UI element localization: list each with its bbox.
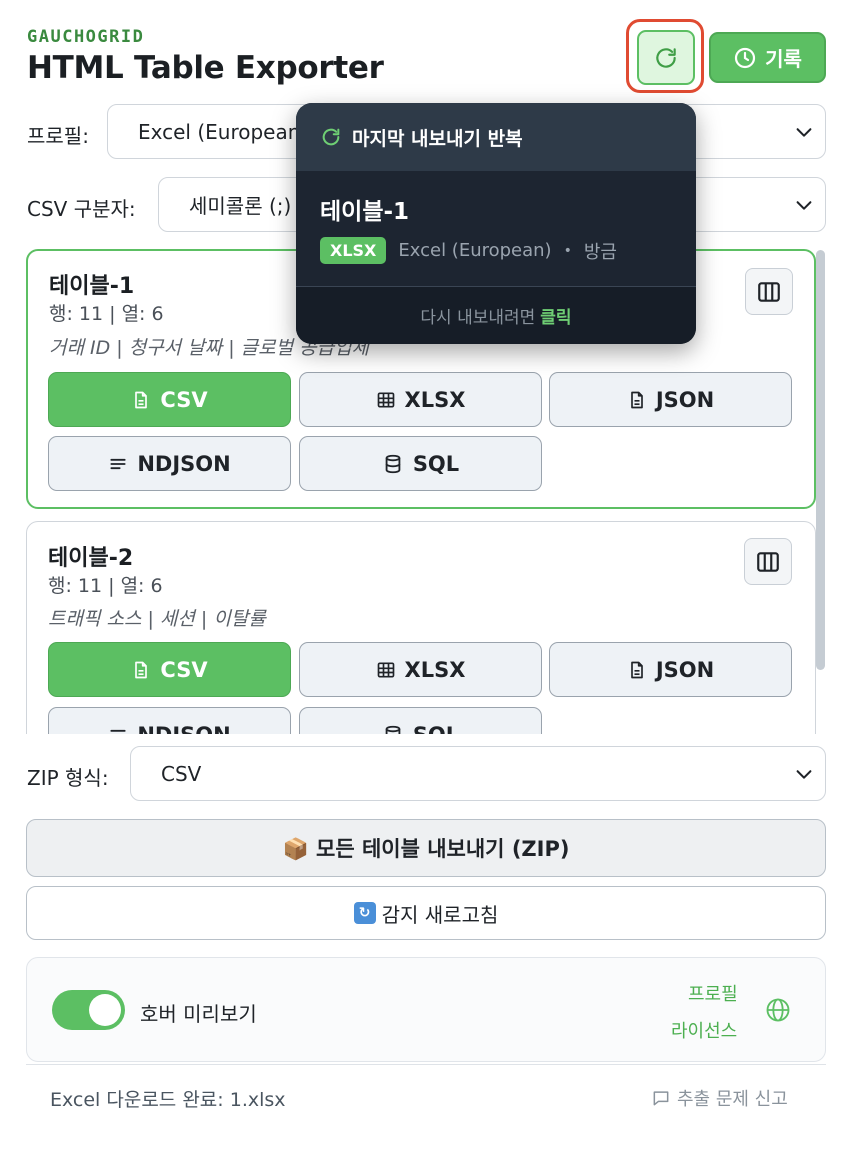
database-icon	[385, 725, 401, 734]
separator-dot: •	[563, 242, 572, 259]
export-csv-button[interactable]: CSV	[48, 372, 291, 427]
lines-icon	[110, 458, 126, 469]
tooltip-profile: Excel (European)	[398, 240, 552, 261]
comment-icon	[653, 1091, 669, 1106]
export-ndjson-button[interactable]: NDJSON	[48, 436, 291, 491]
profile-link[interactable]: 프로필	[688, 980, 738, 1006]
file-icon	[630, 661, 643, 678]
zip-format-value: CSV	[161, 761, 202, 786]
export-sql-button[interactable]: SQL	[299, 707, 542, 734]
export-sql-button[interactable]: SQL	[299, 436, 542, 491]
export-all-zip-button[interactable]: 📦 모든 테이블 내보내기 (ZIP)	[26, 819, 826, 877]
tooltip-hint-action: 클릭	[540, 308, 572, 328]
chevron-down-icon	[796, 201, 812, 210]
report-issue-link[interactable]: 추출 문제 신고	[651, 1085, 788, 1111]
columns-toggle-button[interactable]	[744, 538, 792, 585]
hover-preview-label: 호버 미리보기	[140, 1002, 257, 1026]
lines-icon	[110, 729, 126, 734]
columns-icon	[757, 551, 779, 572]
refresh-detection-button[interactable]: ↻ 감지 새로고침	[26, 886, 826, 940]
file-icon	[135, 391, 148, 408]
chevron-down-icon	[796, 128, 812, 137]
table-list-scrollbar[interactable]	[816, 250, 825, 670]
columns-toggle-button[interactable]	[745, 268, 793, 315]
refresh-icon	[322, 128, 340, 146]
zip-format-label: ZIP 형식:	[27, 766, 109, 790]
export-json-button[interactable]: JSON	[549, 372, 792, 427]
csv-delimiter-label: CSV 구분자:	[27, 197, 136, 221]
file-icon	[135, 661, 148, 678]
chevron-down-icon	[796, 770, 812, 779]
database-icon	[385, 454, 401, 473]
refresh-icon	[656, 47, 676, 68]
refresh-emoji-icon: ↻	[353, 902, 376, 924]
export-ndjson-button[interactable]: NDJSON	[48, 707, 291, 734]
repeat-export-tooltip: 마지막 내보내기 반복 테이블-1 XLSX Excel (European) …	[296, 103, 696, 344]
tooltip-hint: 다시 내보내려면 클릭	[296, 286, 696, 344]
table-meta: 행: 11 | 열: 6	[48, 575, 163, 597]
settings-panel: 호버 미리보기 프로필 라이선스	[26, 957, 826, 1062]
clock-icon	[734, 47, 756, 68]
globe-icon[interactable]	[764, 996, 792, 1024]
tooltip-details: XLSX Excel (European) • 방금	[320, 237, 617, 264]
history-button[interactable]: 기록	[709, 32, 826, 83]
status-text: Excel 다운로드 완료: 1.xlsx	[50, 1089, 286, 1111]
export-csv-button[interactable]: CSV	[48, 642, 291, 697]
footer-divider	[26, 1064, 826, 1065]
table-grid-icon	[377, 392, 394, 407]
table-name: 테이블-2	[48, 546, 134, 571]
tooltip-time: 방금	[583, 241, 617, 263]
table-name: 테이블-1	[49, 274, 135, 299]
columns-icon	[758, 281, 780, 302]
export-json-button[interactable]: JSON	[549, 642, 792, 697]
table-card[interactable]: 테이블-2 행: 11 | 열: 6 트래픽 소스 | 세션 | 이탈률 CSV…	[26, 521, 816, 734]
format-badge: XLSX	[320, 237, 387, 264]
table-meta: 행: 11 | 열: 6	[49, 303, 164, 325]
history-label: 기록	[765, 47, 802, 71]
profile-label: 프로필:	[27, 124, 89, 148]
tooltip-table-name: 테이블-1	[320, 199, 410, 225]
brand-name: GAUCHOGRID	[27, 27, 145, 47]
hover-preview-toggle[interactable]	[52, 990, 125, 1030]
csv-delimiter-value: 세미콜론 (;)	[189, 194, 292, 218]
tooltip-header: 마지막 내보내기 반복	[296, 103, 696, 171]
table-grid-icon	[377, 662, 394, 677]
export-xlsx-button[interactable]: XLSX	[299, 372, 542, 427]
export-xlsx-button[interactable]: XLSX	[299, 642, 542, 697]
tooltip-title: 마지막 내보내기 반복	[352, 127, 523, 150]
table-columns: 트래픽 소스 | 세션 | 이탈률	[48, 608, 266, 630]
profile-value: Excel (European)	[138, 119, 309, 144]
toggle-knob	[89, 994, 121, 1026]
file-icon	[630, 391, 643, 408]
zip-format-select[interactable]: CSV	[130, 746, 826, 801]
license-link[interactable]: 라이선스	[671, 1017, 737, 1043]
app-title: HTML Table Exporter	[27, 50, 384, 86]
repeat-last-export-button[interactable]	[637, 30, 695, 85]
